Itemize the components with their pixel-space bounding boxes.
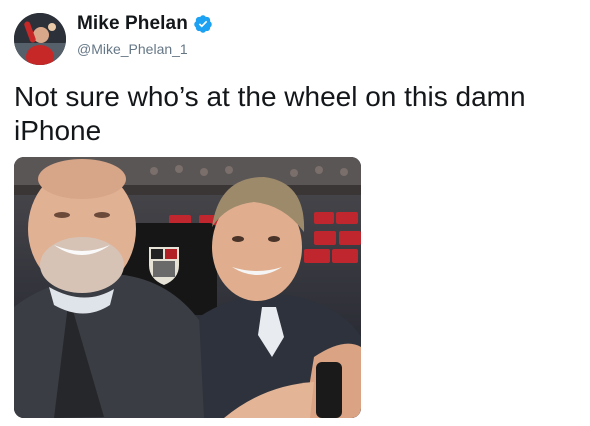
author-name-row: Mike Phelan — [77, 13, 213, 35]
verified-badge-icon — [193, 14, 213, 34]
user-handle[interactable]: @Mike_Phelan_1 — [77, 41, 188, 57]
display-name[interactable]: Mike Phelan — [77, 13, 188, 35]
tweet-text: Not sure who’s at the wheel on this damn… — [14, 81, 526, 146]
tweet-card: Mike Phelan @Mike_Phelan_1 Not sure who’… — [0, 0, 590, 426]
avatar[interactable] — [14, 13, 66, 65]
tweet-media-photo[interactable] — [14, 157, 361, 418]
